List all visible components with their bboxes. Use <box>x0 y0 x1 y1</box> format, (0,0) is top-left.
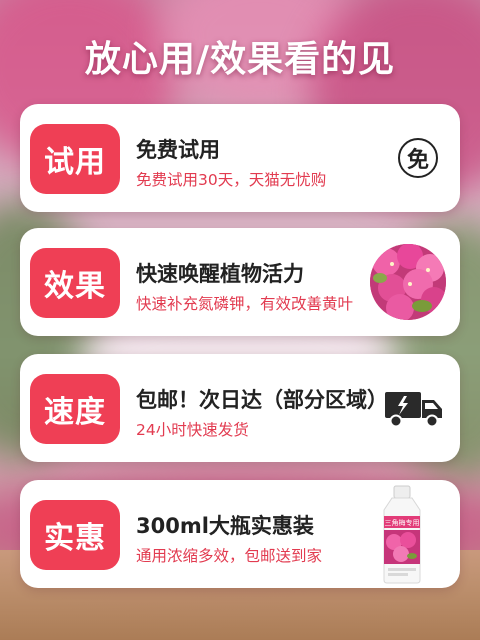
card-title: 免费试用 <box>136 138 220 162</box>
feature-card-value: 实惠 300ml大瓶实惠装 通用浓缩多效，包邮送到家 三角梅专用 <box>20 480 460 588</box>
card-subtitle: 通用浓缩多效，包邮送到家 <box>136 547 323 565</box>
card-tag: 实惠 <box>30 500 120 570</box>
card-title: 快速唤醒植物活力 <box>136 262 304 286</box>
card-tag: 速度 <box>30 374 120 444</box>
card-tag: 效果 <box>30 248 120 318</box>
card-title: 包邮！次日达（部分区域） <box>136 388 388 412</box>
feature-card-trial: 试用 免费试用 免费试用30天，天猫无忧购 免 <box>20 104 460 212</box>
bottle-photo: 三角梅专用 <box>374 484 430 584</box>
page-headline: 放心用/效果看的见 <box>84 39 396 80</box>
truck-icon <box>384 388 444 428</box>
card-subtitle: 快速补充氮磷钾，有效改善黄叶 <box>136 295 354 313</box>
feature-card-effect: 效果 快速唤醒植物活力 快速补充氮磷钾，有效改善黄叶 <box>20 228 460 336</box>
card-tag: 试用 <box>30 124 120 194</box>
bottle-label: 三角梅专用 <box>385 518 420 527</box>
free-badge-icon: 免 <box>398 138 438 178</box>
card-subtitle: 免费试用30天，天猫无忧购 <box>136 171 327 189</box>
feature-card-speed: 速度 包邮！次日达（部分区域） 24小时快速发货 <box>20 354 460 462</box>
flower-photo <box>370 244 446 320</box>
card-subtitle: 24小时快速发货 <box>136 421 249 439</box>
card-title: 300ml大瓶实惠装 <box>136 514 314 538</box>
